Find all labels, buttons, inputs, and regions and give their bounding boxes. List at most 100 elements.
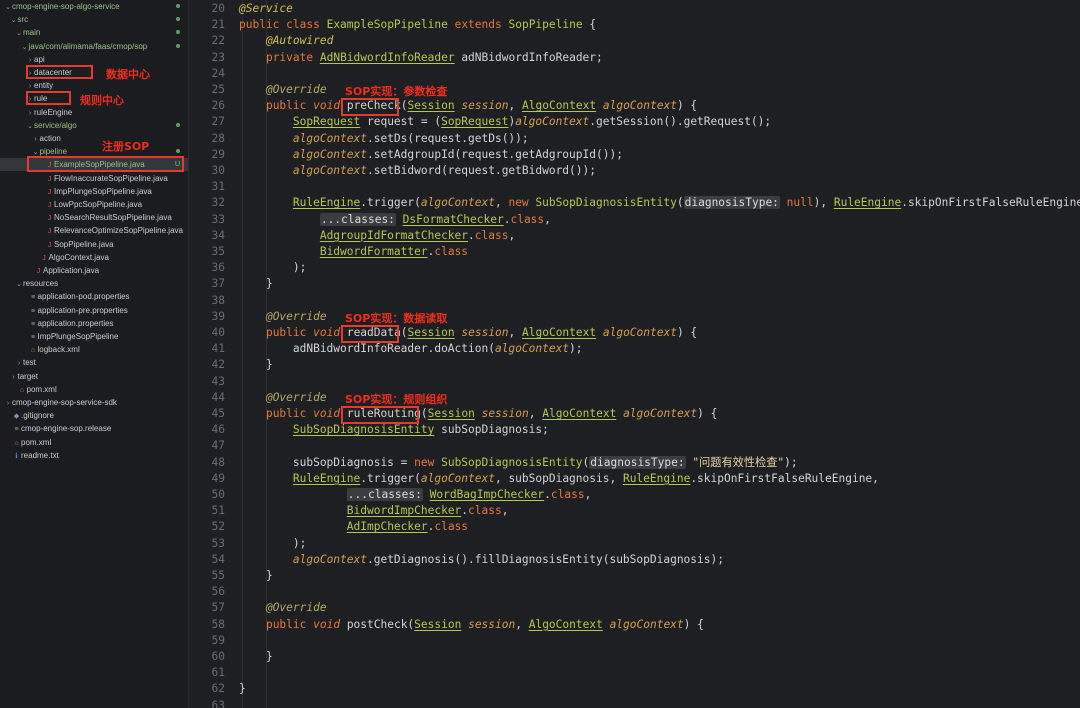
tree-item[interactable]: ⌄service/algo [0, 119, 188, 132]
code-line[interactable]: algoContext.setBidword(request.getBidwor… [239, 163, 596, 179]
code-line[interactable]: @Override [239, 82, 327, 98]
code-line[interactable]: public class ExampleSopPipeline extends … [239, 17, 596, 33]
line-number: 33 [211, 212, 225, 226]
code-line[interactable]: } [239, 276, 273, 292]
code-line[interactable]: public void postCheck(Session session, A… [239, 617, 704, 633]
code-line[interactable]: @Override [239, 309, 327, 325]
java-file-icon: J [47, 202, 52, 209]
tree-item-label: java/com/alimama/faas/cmop/sop [28, 41, 148, 51]
tree-item[interactable]: J AlgoContext.java [0, 251, 188, 264]
tree-item-label: test [23, 358, 36, 368]
code-line[interactable]: } [239, 649, 273, 665]
line-number: 20 [211, 2, 225, 15]
line-number: 48 [211, 455, 225, 469]
code-line[interactable]: subSopDiagnosis = new SubSopDiagnosisEnt… [239, 455, 798, 471]
tree-item[interactable]: › api [0, 53, 188, 66]
code-line[interactable]: public void ruleRouting(Session session,… [239, 406, 717, 422]
code-line[interactable]: AdgroupIdFormatChecker.class, [239, 228, 515, 244]
line-number: 26 [211, 99, 225, 113]
code-line[interactable]: SopRequest request = (SopRequest)algoCon… [239, 114, 771, 130]
line-number: 41 [211, 342, 225, 356]
code-line[interactable]: ...classes: DsFormatChecker.class, [239, 212, 551, 228]
code-line[interactable]: ); [239, 260, 306, 276]
java-file-icon: J [42, 254, 46, 262]
code-line[interactable]: } [239, 357, 273, 373]
line-number: 51 [211, 504, 225, 518]
code-line[interactable]: public void readData(Session session, Al… [239, 325, 697, 341]
code-line[interactable]: algoContext.getDiagnosis().fillDiagnosis… [239, 552, 724, 568]
tree-item[interactable]: ⌂ pom.xml [0, 436, 188, 449]
code-line[interactable]: } [239, 568, 273, 584]
tree-item[interactable]: › action [0, 132, 188, 145]
tree-item[interactable]: ≡ ImpPlungeSopPipeline [0, 330, 188, 343]
code-line[interactable]: } [239, 681, 246, 697]
code-line[interactable]: @Override [239, 390, 327, 406]
tree-item[interactable]: ⌂ pom.xml [0, 383, 188, 396]
tree-item[interactable]: ℹ readme.txt [0, 449, 188, 462]
tree-item[interactable]: › target [0, 370, 188, 383]
code-line[interactable]: AdImpChecker.class [239, 519, 468, 535]
code-line[interactable]: SubSopDiagnosisEntity subSopDiagnosis; [239, 422, 549, 438]
line-number: 38 [211, 293, 225, 307]
git-status-dot [176, 149, 180, 154]
tree-item[interactable]: J FlowInaccurateSopPipeline.java [0, 172, 188, 185]
file-icon: ≡ [30, 307, 36, 315]
tree-item[interactable]: ≡ application-pre.properties [0, 304, 188, 317]
code-line[interactable]: ...classes: WordBagImpChecker.class, [239, 487, 591, 503]
line-number: 34 [211, 228, 225, 242]
java-file-icon: J [36, 268, 41, 275]
code-line[interactable]: algoContext.setAdgroupId(request.getAdgr… [239, 147, 623, 163]
tree-item-label: AlgoContext.java [48, 252, 109, 262]
tree-item[interactable]: ≡ cmop-engine-sop.release [0, 422, 188, 435]
code-line[interactable]: RuleEngine.trigger(algoContext, new SubS… [239, 195, 1080, 211]
code-line[interactable]: algoContext.setDs(request.getDs()); [239, 131, 529, 147]
code-line[interactable]: BidwordImpChecker.class, [239, 503, 509, 519]
tree-item-label: application-pre.properties [37, 305, 128, 315]
file-icon: ℹ [15, 452, 18, 460]
line-number: 25 [211, 83, 225, 96]
tree-item[interactable]: ⌂ logback.xml [0, 343, 188, 356]
code-line[interactable]: @Override [239, 600, 327, 616]
tree-item-label: LowPpcSopPipeline.java [54, 200, 143, 209]
line-number: 54 [211, 552, 225, 566]
tree-item[interactable]: › test [0, 356, 188, 369]
line-number: 49 [211, 471, 225, 485]
code-line[interactable]: public void preCheck(Session session, Al… [239, 98, 697, 114]
tree-item[interactable]: ◆ .gitignore [0, 409, 188, 422]
tree-item[interactable]: J RelevanceOptimizeSopPipeline.java [0, 224, 188, 237]
code-line[interactable]: @Service [239, 1, 293, 17]
code-line[interactable]: private AdNBidwordInfoReader adNBidwordI… [239, 50, 603, 66]
tree-item[interactable]: J Application.java [0, 264, 188, 277]
code-line[interactable]: BidwordFormatter.class [239, 244, 468, 260]
tree-item-label: main [23, 28, 41, 38]
tree-item-label: readme.txt [21, 450, 59, 460]
java-file-icon: J [47, 175, 52, 183]
tree-item[interactable]: J LowPpcSopPipeline.java [0, 198, 188, 211]
tree-item-label: pom.xml [26, 384, 57, 394]
tree-item[interactable]: › cmop-engine-sop-service-sdk [0, 396, 188, 409]
code-line[interactable]: RuleEngine.trigger(algoContext, subSopDi… [239, 471, 879, 487]
line-number: 55 [211, 569, 225, 582]
tree-item[interactable]: J ImpPlungeSopPipeline.java [0, 185, 188, 198]
tree-item[interactable]: J NoSearchResultSopPipeline.java [0, 211, 188, 224]
tree-item[interactable]: J SopPipeline.java [0, 238, 188, 251]
java-file-icon: J [47, 188, 52, 196]
code-line[interactable]: ); [239, 536, 306, 552]
tree-item[interactable]: ⌄cmop-engine-sop-algo-service [0, 0, 188, 13]
tree-item[interactable]: ⌄main [0, 26, 188, 39]
label-readdata: SOP实现：数据读取 [345, 312, 448, 325]
code-line[interactable]: @Autowired [239, 33, 333, 49]
code-editor[interactable]: 20 @Service 21 public class ExampleSopPipel… [189, 0, 1080, 708]
tree-item[interactable]: ⌄src [0, 13, 188, 26]
line-number: 39 [211, 309, 225, 323]
tree-item[interactable]: ⌄resources [0, 277, 188, 290]
tree-item[interactable]: ⌄java/com/alimama/faas/cmop/sop [0, 40, 188, 53]
line-number: 27 [211, 115, 225, 129]
code-line[interactable]: adNBidwordInfoReader.doAction(algoContex… [239, 341, 583, 357]
line-number: 45 [211, 407, 225, 420]
tree-item[interactable]: ≡ application-pod.properties [0, 290, 188, 303]
file-icon: ◆ [13, 413, 20, 421]
tree-item[interactable]: ≡ application.properties [0, 317, 188, 330]
tree-item-label: application-pod.properties [37, 292, 130, 302]
label-register-sop: 注册SOP [102, 140, 150, 153]
